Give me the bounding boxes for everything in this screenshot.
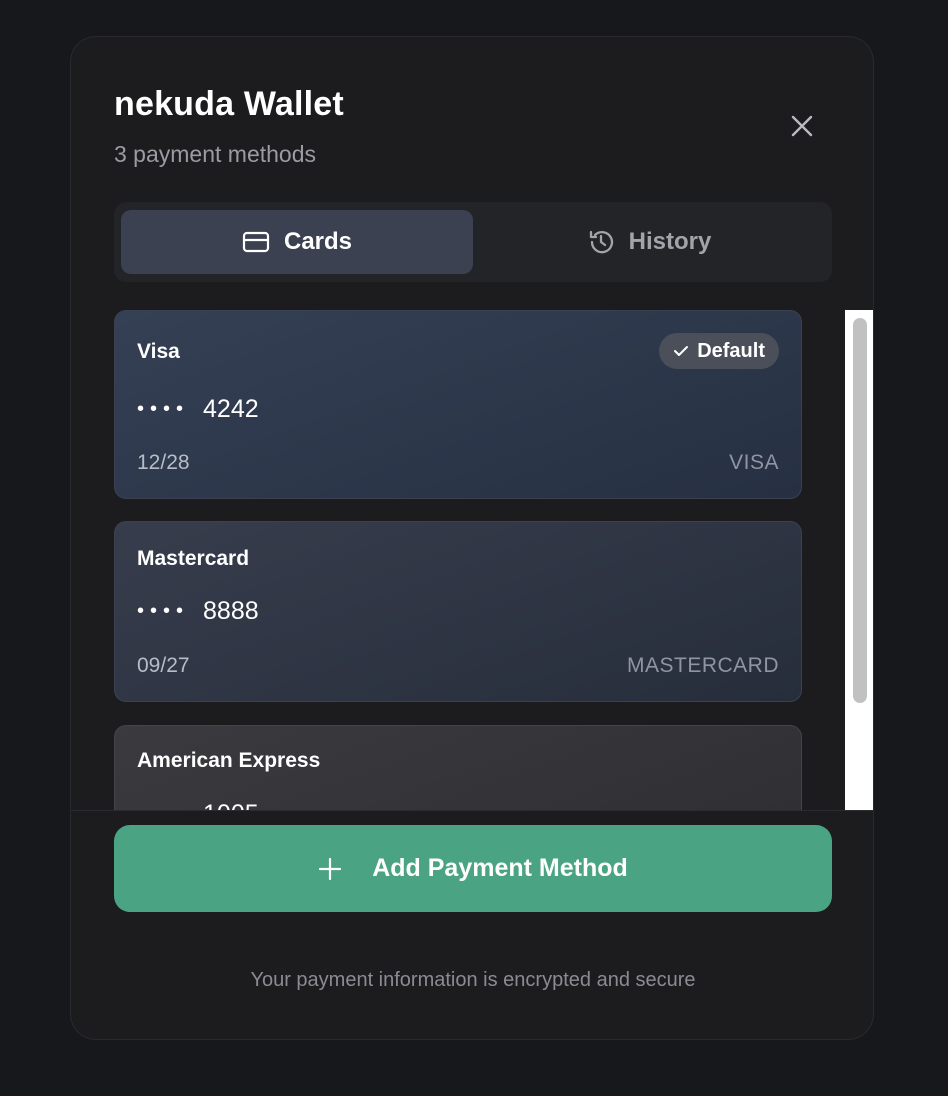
payment-method-count: 3 payment methods bbox=[114, 141, 317, 167]
payment-card-mastercard[interactable]: Mastercard •••• 8888 09/27 MASTERCARD bbox=[114, 521, 802, 702]
check-icon bbox=[674, 346, 689, 356]
card-number: •••• 1005 bbox=[137, 800, 259, 810]
card-brand: MASTERCARD bbox=[626, 654, 779, 677]
card-brand: VISA bbox=[729, 451, 779, 474]
cards-scrollbar[interactable] bbox=[845, 310, 873, 810]
card-expiry: 12/28 bbox=[137, 451, 190, 474]
tab-history-label: History bbox=[628, 228, 712, 255]
add-payment-method-label: Add Payment Method bbox=[372, 854, 628, 882]
credit-card-icon bbox=[242, 231, 270, 253]
cards-list[interactable]: Visa Default •••• 4242 12/28 VISA Master… bbox=[114, 310, 804, 810]
tab-cards-label: Cards bbox=[283, 228, 353, 255]
card-last4: 1005 bbox=[203, 800, 259, 810]
masked-digits: •••• bbox=[137, 600, 190, 622]
default-badge: Default bbox=[659, 333, 779, 369]
wallet-modal: nekuda Wallet 3 payment methods Cards Hi… bbox=[70, 36, 874, 1040]
masked-digits: •••• bbox=[137, 803, 189, 810]
card-number: •••• 8888 bbox=[137, 597, 259, 626]
plus-icon bbox=[319, 857, 342, 880]
scrollbar-thumb[interactable] bbox=[853, 318, 867, 703]
default-badge-label: Default bbox=[697, 339, 765, 362]
add-payment-method-button[interactable]: Add Payment Method bbox=[114, 825, 832, 912]
card-last4: 4242 bbox=[203, 395, 259, 423]
card-number: •••• 4242 bbox=[137, 395, 259, 424]
card-name: Mastercard bbox=[137, 547, 250, 570]
wallet-tabs: Cards History bbox=[114, 202, 832, 282]
tab-cards[interactable]: Cards bbox=[121, 210, 473, 274]
footer-divider bbox=[71, 810, 873, 811]
wallet-title: nekuda Wallet bbox=[114, 85, 344, 123]
card-expiry: 09/27 bbox=[137, 654, 190, 677]
card-last4: 8888 bbox=[203, 597, 259, 625]
close-icon bbox=[791, 115, 813, 137]
close-button[interactable] bbox=[787, 111, 817, 141]
masked-digits: •••• bbox=[137, 398, 190, 420]
payment-card-amex[interactable]: American Express •••• 1005 bbox=[114, 725, 802, 810]
card-name: American Express bbox=[137, 749, 321, 772]
tab-history[interactable]: History bbox=[473, 210, 825, 274]
history-icon bbox=[589, 230, 613, 254]
payment-card-visa[interactable]: Visa Default •••• 4242 12/28 VISA bbox=[114, 310, 802, 499]
card-name: Visa bbox=[137, 340, 180, 363]
security-note: Your payment information is encrypted an… bbox=[250, 969, 696, 991]
